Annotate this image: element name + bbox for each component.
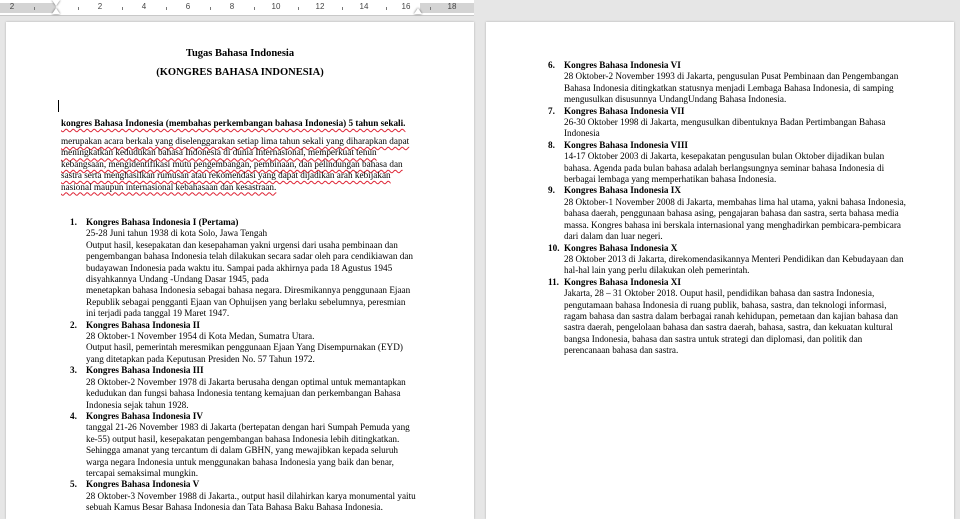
ruler-tick <box>210 7 211 10</box>
list-item: 6. Kongres Bahasa Indonesia VI 28 Oktobe… <box>548 60 906 106</box>
ruler-number: 12 <box>315 2 325 11</box>
ruler-number: 4 <box>141 2 147 11</box>
ruler-number: 10 <box>271 2 281 11</box>
ruler-tick <box>386 7 387 10</box>
ruler-tick <box>78 7 79 10</box>
first-line-indent-marker[interactable] <box>52 0 60 6</box>
ruler-number: 18 <box>447 2 457 11</box>
item-title: Kongres Bahasa Indonesia II <box>86 319 200 330</box>
ruler-tick <box>254 7 255 10</box>
list-number: 5. <box>70 479 77 490</box>
list-number: 10. <box>548 242 560 253</box>
item-text: 28 Oktober-2 November 1978 di Jakarta be… <box>86 376 406 410</box>
list-number: 2. <box>70 319 77 330</box>
ruler-left-margin <box>0 3 56 13</box>
body-paragraph: merupakan acara berkala yang diselenggar… <box>61 136 410 192</box>
document-page-1[interactable]: Tugas Bahasa Indonesia (KONGRES BAHASA I… <box>6 22 474 519</box>
item-title: Kongres Bahasa Indonesia XI <box>564 276 682 287</box>
item-title: Kongres Bahasa Indonesia III <box>86 365 204 376</box>
list-item: 3. Kongres Bahasa Indonesia III 28 Oktob… <box>70 365 416 411</box>
item-title: Kongres Bahasa Indonesia VII <box>564 105 685 116</box>
item-text: 25-28 Juni tahun 1938 di kota Solo, Jawa… <box>86 228 414 319</box>
item-text: tanggal 21-26 November 1983 di Jakarta (… <box>86 422 410 478</box>
ruler-tick <box>430 7 431 10</box>
kongres-list-part-1: 1. Kongres Bahasa Indonesia I (Pertama) … <box>70 217 416 514</box>
hanging-indent-marker[interactable] <box>52 8 60 14</box>
item-title: Kongres Bahasa Indonesia VIII <box>564 139 688 150</box>
list-number: 9. <box>548 185 555 196</box>
list-item: 11. Kongres Bahasa Indonesia XI Jakarta,… <box>548 277 906 357</box>
ruler-number: 8 <box>229 2 235 11</box>
item-text: Jakarta, 28 – 31 Oktober 2018. Ouput has… <box>564 288 898 356</box>
ruler-number: 16 <box>401 2 411 11</box>
ruler-tick <box>122 7 123 10</box>
list-item: 2. Kongres Bahasa Indonesia II 28 Oktobe… <box>70 320 416 366</box>
list-item: 9. Kongres Bahasa Indonesia IX 28 Oktobe… <box>548 185 906 242</box>
right-indent-marker[interactable] <box>414 8 422 14</box>
item-text: 14-17 Oktober 2003 di Jakarta, kesepakat… <box>564 151 885 185</box>
ruler-tick <box>166 7 167 10</box>
list-number: 7. <box>548 105 555 116</box>
list-item: 10. Kongres Bahasa Indonesia X 28 Oktobe… <box>548 243 906 277</box>
item-title: Kongres Bahasa Indonesia V <box>86 479 200 490</box>
list-item: 4. Kongres Bahasa Indonesia IV tanggal 2… <box>70 411 416 479</box>
list-item: 5. Kongres Bahasa Indonesia V 28 Oktober… <box>70 479 416 513</box>
item-text: 28 Oktober-1 November 1954 di Kota Medan… <box>86 331 403 364</box>
ruler-tick <box>298 7 299 10</box>
item-text: 28 Oktober-1 November 2008 di Jakarta, m… <box>564 196 906 242</box>
kongres-list-part-2: 6. Kongres Bahasa Indonesia VI 28 Oktobe… <box>548 60 906 357</box>
list-item: 8. Kongres Bahasa Indonesia VIII 14-17 O… <box>548 140 906 186</box>
ruler-tick <box>34 7 35 10</box>
ruler-number: 6 <box>185 2 191 11</box>
item-text: 28 Oktober-2 November 1993 di Jakarta, p… <box>564 71 899 105</box>
ruler-tick <box>342 7 343 10</box>
list-number: 6. <box>548 60 555 70</box>
item-title: Kongres Bahasa Indonesia VI <box>564 60 681 70</box>
intro-paragraph: kongres Bahasa Indonesia (membahas perke… <box>61 118 406 128</box>
item-text: 28 Oktober 2013 di Jakarta, direkomendas… <box>564 253 904 276</box>
item-title: Kongres Bahasa Indonesia IX <box>564 185 682 196</box>
ruler-number: 2 <box>9 2 15 11</box>
horizontal-ruler[interactable]: 2 2 4 6 8 10 12 14 16 18 <box>0 0 474 16</box>
list-number: 4. <box>70 410 77 421</box>
document-title: Tugas Bahasa Indonesia <box>185 48 295 59</box>
document-subtitle: (KONGRES BAHASA INDONESIA) <box>156 67 324 78</box>
list-number: 11. <box>548 276 559 287</box>
item-text: 28 Oktober-3 November 1988 di Jakarta., … <box>86 490 416 513</box>
ruler-number: 2 <box>97 2 103 11</box>
text-cursor <box>58 100 59 112</box>
list-number: 8. <box>548 139 555 150</box>
list-item: 1. Kongres Bahasa Indonesia I (Pertama) … <box>70 217 416 320</box>
document-page-2[interactable]: 6. Kongres Bahasa Indonesia VI 28 Oktobe… <box>486 22 954 519</box>
item-title: Kongres Bahasa Indonesia IV <box>86 410 204 421</box>
list-number: 1. <box>70 217 77 227</box>
list-item: 7. Kongres Bahasa Indonesia VII 26-30 Ok… <box>548 106 906 140</box>
item-title: Kongres Bahasa Indonesia I (Pertama) <box>86 217 239 227</box>
ruler-number: 14 <box>359 2 369 11</box>
item-title: Kongres Bahasa Indonesia X <box>564 242 678 253</box>
list-number: 3. <box>70 365 77 376</box>
item-text: 26-30 Oktober 1998 di Jakarta, mengusulk… <box>564 117 886 139</box>
